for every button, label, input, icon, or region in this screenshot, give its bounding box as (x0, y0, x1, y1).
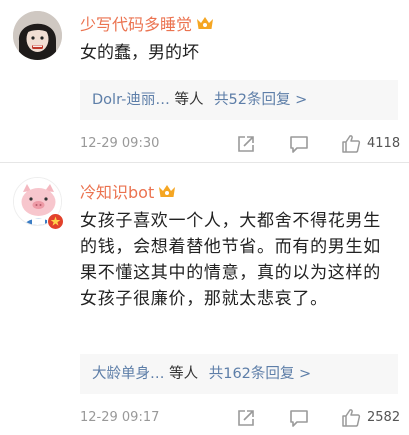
reply-etc: 等人 (174, 92, 204, 108)
like-count: 2582 (367, 410, 401, 425)
reply-count-link[interactable]: 共52条回复 > (214, 92, 307, 108)
comment-text: 女的蠢，男的坏 (80, 43, 199, 63)
verified-badge-icon (47, 213, 64, 230)
crown-icon (159, 185, 176, 197)
reply-names[interactable]: 大龄单身… (92, 366, 165, 382)
like-icon[interactable] (340, 407, 362, 429)
username[interactable]: 少写代码多睡觉 (80, 11, 214, 35)
timestamp: 12-29 09:30 (80, 136, 160, 151)
share-icon[interactable] (235, 407, 257, 429)
like-count: 4118 (367, 136, 401, 151)
like-icon[interactable] (340, 133, 362, 155)
username[interactable]: 冷知识bot (80, 179, 176, 203)
username-text[interactable]: 少写代码多睡觉 (80, 11, 192, 35)
timestamp: 12-29 09:17 (80, 410, 160, 425)
reply-count-link[interactable]: 共162条回复 > (209, 366, 311, 382)
username-text[interactable]: 冷知识bot (80, 179, 154, 203)
comment-item: 少写代码多睡觉 女的蠢，男的坏 Dolr-迪丽… 等人 共52条回复 > 12-… (0, 0, 409, 160)
comment-footer: 12-29 09:30 4118 (80, 133, 400, 155)
comment-icon[interactable] (288, 133, 310, 155)
reply-summary[interactable]: 大龄单身… 等人 共162条回复 > (80, 354, 398, 394)
reply-names[interactable]: Dolr-迪丽… (92, 92, 170, 108)
comment-text: 女孩子喜欢一个人，大都舍不得花男生的钱，会想着替他节省。而有的男生如果不懂这其中… (80, 211, 381, 309)
reply-summary[interactable]: Dolr-迪丽… 等人 共52条回复 > (80, 80, 398, 120)
share-icon[interactable] (235, 133, 257, 155)
comment-icon[interactable] (288, 407, 310, 429)
crown-icon (197, 17, 214, 29)
avatar[interactable] (13, 11, 62, 60)
comment-item: 冷知识bot 女孩子喜欢一个人，大都舍不得花男生的钱，会想着替他节省。而有的男生… (0, 163, 409, 435)
reply-etc: 等人 (169, 366, 199, 382)
comment-footer: 12-29 09:17 2582 (80, 407, 400, 429)
